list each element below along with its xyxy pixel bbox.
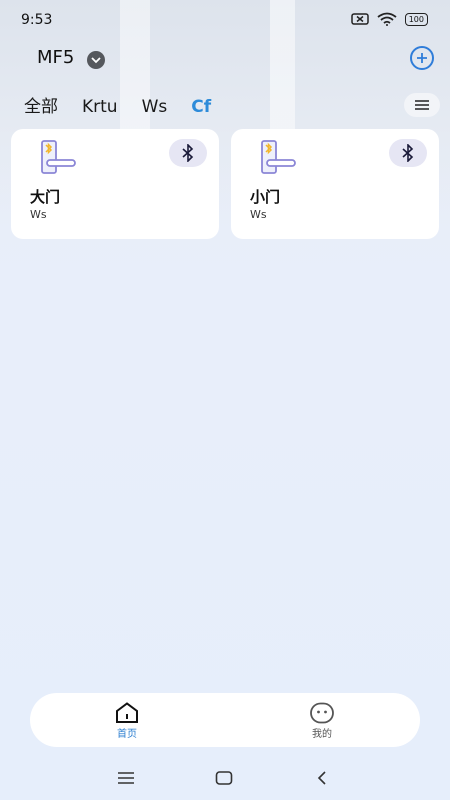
header: MF5 bbox=[0, 42, 450, 72]
nav-home[interactable]: 首页 bbox=[97, 702, 157, 742]
device-card[interactable]: 大门 Ws bbox=[11, 129, 219, 239]
sim-card-off-icon bbox=[350, 13, 369, 25]
bluetooth-icon bbox=[182, 144, 194, 162]
device-name: 小门 bbox=[250, 188, 281, 206]
smart-lock-icon bbox=[259, 139, 299, 177]
tab-all[interactable]: 全部 bbox=[24, 92, 58, 117]
bottom-nav: 首页 我的 bbox=[30, 693, 420, 747]
back-icon[interactable] bbox=[310, 768, 334, 788]
wifi-icon bbox=[377, 12, 397, 26]
device-room: Ws bbox=[30, 208, 47, 221]
menu-icon bbox=[415, 100, 429, 110]
smart-lock-icon bbox=[39, 139, 79, 177]
status-icons: 100 bbox=[350, 12, 428, 26]
nav-mine[interactable]: 我的 bbox=[292, 702, 352, 742]
tab-ws[interactable]: Ws bbox=[142, 97, 168, 117]
status-time: 9:53 bbox=[21, 12, 53, 28]
home-icon bbox=[114, 702, 140, 724]
tab-cf[interactable]: Cf bbox=[191, 97, 211, 117]
device-name: 大门 bbox=[30, 188, 61, 206]
tab-krtu[interactable]: Krtu bbox=[82, 97, 118, 117]
room-tabs: 全部 Krtu Ws Cf bbox=[24, 92, 211, 120]
bluetooth-button[interactable] bbox=[169, 139, 207, 167]
system-nav-bar bbox=[0, 760, 450, 796]
device-card[interactable]: 小门 Ws bbox=[231, 129, 439, 239]
profile-face-icon bbox=[309, 702, 335, 724]
battery-indicator: 100 bbox=[404, 12, 428, 26]
add-device-button[interactable] bbox=[410, 46, 434, 70]
tabs-menu-button[interactable] bbox=[404, 93, 440, 117]
home-name[interactable]: MF5 bbox=[37, 47, 74, 68]
device-room: Ws bbox=[250, 208, 267, 221]
nav-home-label: 首页 bbox=[117, 729, 137, 740]
nav-mine-label: 我的 bbox=[312, 729, 332, 740]
recent-apps-icon[interactable] bbox=[114, 768, 138, 788]
home-square-icon[interactable] bbox=[212, 768, 236, 788]
bluetooth-button[interactable] bbox=[389, 139, 427, 167]
plus-icon bbox=[417, 53, 427, 63]
status-bar: 9:53 100 bbox=[0, 0, 450, 40]
chevron-down-icon[interactable] bbox=[87, 51, 105, 69]
bluetooth-icon bbox=[402, 144, 414, 162]
